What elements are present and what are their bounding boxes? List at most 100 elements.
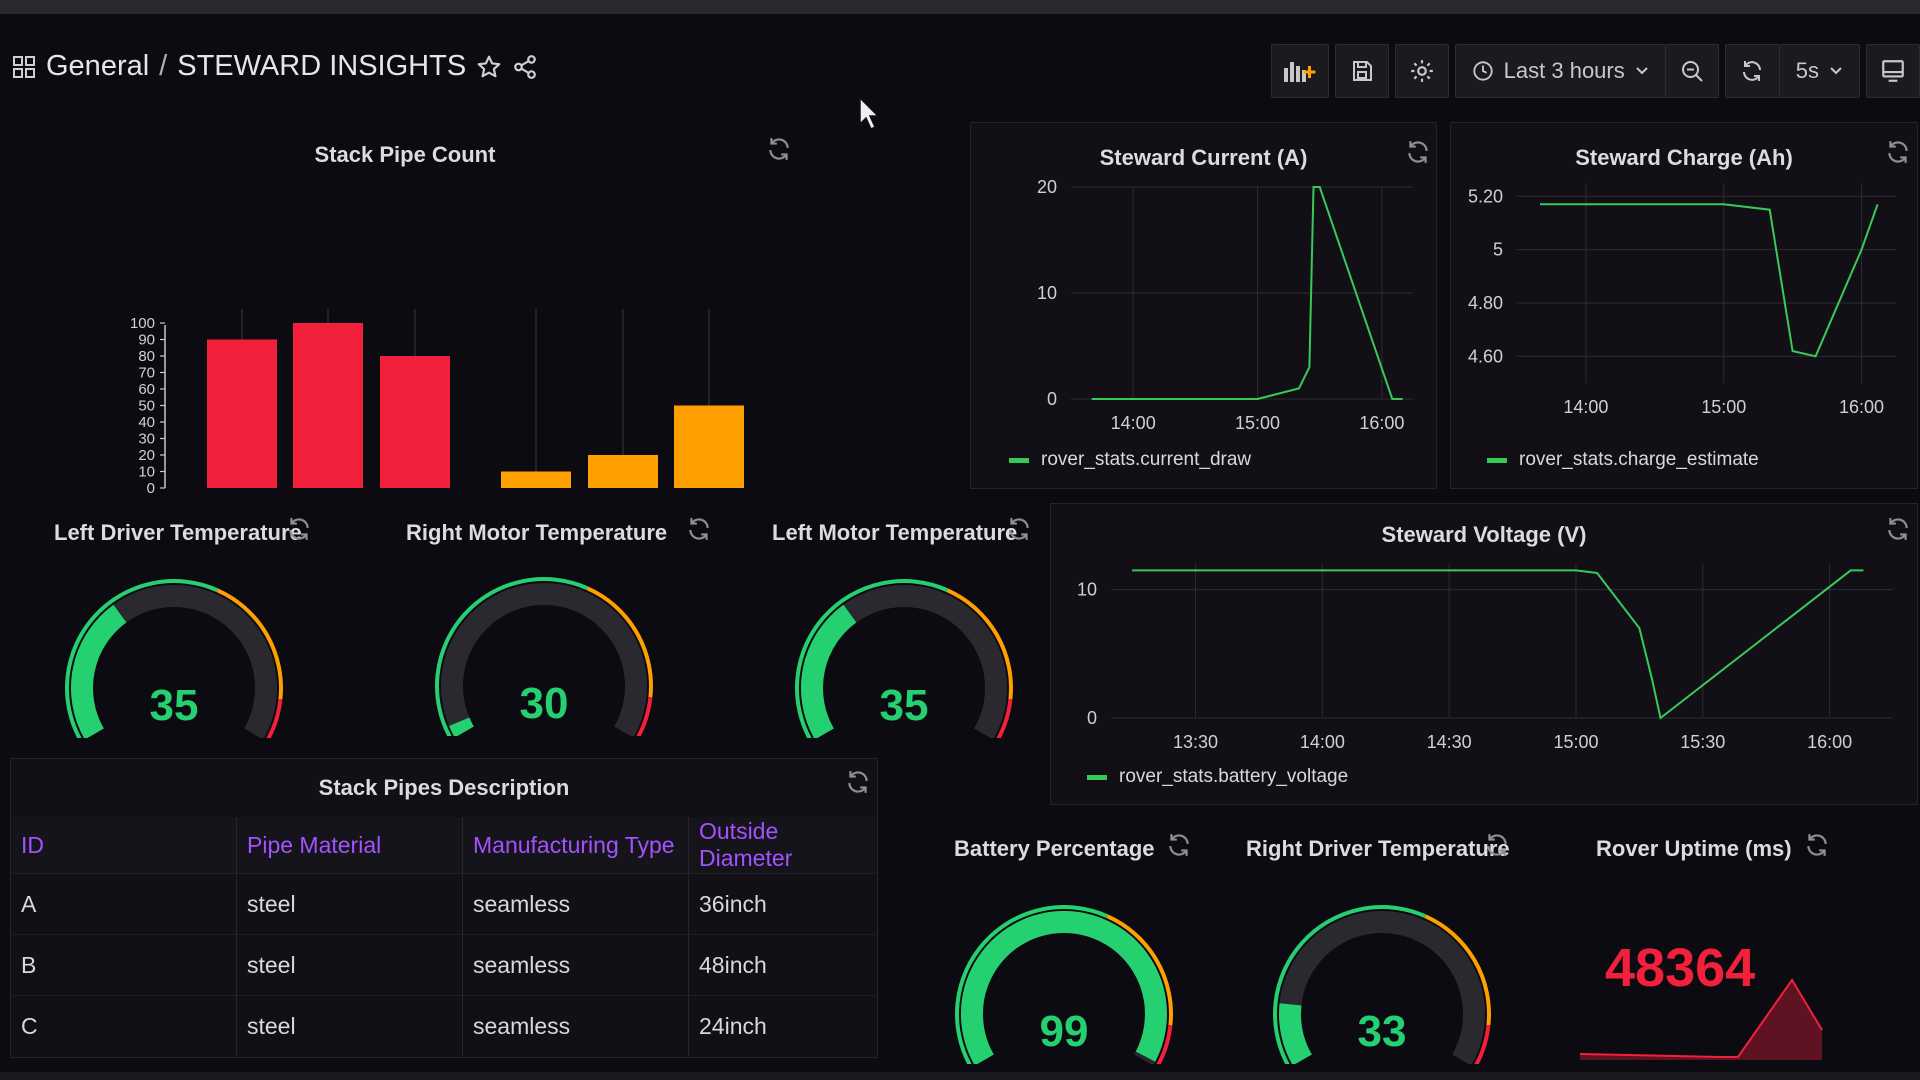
y-tick-label: 100 [130,315,155,332]
dashboard-title[interactable]: STEWARD INSIGHTS [177,50,466,83]
cell-id: B [11,934,237,996]
refresh-icon[interactable] [1804,832,1830,858]
refresh-icon[interactable] [286,516,312,542]
breadcrumb-separator: / [159,50,168,82]
save-dashboard-button[interactable] [1334,44,1389,98]
table-row: A steel seamless 36inch [11,873,877,935]
gauge-value: 33 [1358,1007,1407,1056]
legend[interactable]: rover_stats.current_draw [1009,449,1251,471]
refresh-button[interactable] [1724,44,1779,98]
legend-swatch [1087,774,1107,780]
refresh-icon[interactable] [686,516,712,542]
table-row: B steel seamless 48inch [11,934,877,996]
y-tick-label: 50 [138,398,155,415]
column-header-pipe-material[interactable]: Pipe Material [236,817,463,874]
y-tick-label: 70 [138,365,155,382]
y-tick-label: 20 [138,447,155,464]
refresh-interval-picker[interactable]: 5s [1778,44,1860,98]
y-tick-label: 0 [147,480,155,497]
add-panel-icon [1283,62,1316,82]
rover-uptime-value: 48364 [1605,938,1756,998]
steward-voltage-panel: Steward Voltage (V) 13:30 14:00 14:30 15:00… [1050,503,1918,805]
left-motor-temperature-panel: Left Motor Temperature 35 [740,504,1040,738]
legend[interactable]: rover_stats.battery_voltage [1087,766,1348,788]
chevron-down-icon [1636,67,1648,75]
add-panel-button[interactable] [1270,44,1329,98]
apps-grid-icon[interactable] [12,55,36,79]
breadcrumb-root[interactable]: General [46,50,149,83]
gauge-value-arc [800,604,857,738]
cell-outside-diameter: 48inch [688,934,877,996]
gear-icon [1410,60,1433,82]
time-controls: Last 3 hours [1454,44,1719,98]
right-motor-temperature-gauge: 30 [435,577,653,736]
refresh-icon[interactable] [1484,832,1510,858]
series-line [1540,203,1879,358]
y-tick-label: 0 [1047,389,1057,409]
clock-icon [1473,61,1493,81]
column-header-id[interactable]: ID [11,817,237,874]
cell-manufacturing-type: seamless [462,995,689,1056]
y-tick-label: 80 [138,348,155,365]
right-driver-temperature-panel: Right Driver Temperature 33 [1230,820,1550,1064]
x-tick-label: 15:00 [1553,732,1598,752]
dashboard-header: General / STEWARD INSIGHTS Last 3 hours [0,40,1920,100]
share-icon[interactable] [512,54,538,80]
gauge-value-arc [1279,1003,1313,1064]
zoom-out-button[interactable] [1664,44,1719,98]
y-tick-label: 4.60 [1468,346,1503,366]
column-header-outside-diameter[interactable]: Outside Diameter [688,817,877,874]
y-tick-label: 10 [138,464,155,481]
gauge-value-arc [70,604,127,738]
left-driver-temperature-gauge: 35 [65,579,283,738]
legend-label: rover_stats.current_draw [1041,449,1252,470]
time-range-label: Last 3 hours [1503,58,1625,83]
cell-manufacturing-type: seamless [462,873,689,935]
stack-pipe-bar-chart: 0102030405060708090100 [130,309,744,497]
gauge-value: 35 [880,681,929,730]
steward-current-panel: Steward Current (A) 14:00 15:00 16:00 0 10 20… [970,122,1437,489]
refresh-icon[interactable] [845,769,871,795]
stack-pipe-count-panel: Stack Pipe Count 0 10 20 30 40 50 60 70 80 90 100 [10,120,800,500]
bottom-strip [0,1072,1920,1080]
series-line [1132,569,1864,720]
save-icon [1352,61,1372,81]
legend[interactable]: rover_stats.charge_estimate [1487,449,1759,471]
pipes-table: ID Pipe Material Manufacturing Type Outs… [11,817,877,1056]
bar [588,455,658,488]
left-driver-temperature-panel: Left Driver Temperature 35 [10,504,350,738]
bar [501,471,571,488]
y-tick-label: 30 [138,431,155,448]
settings-button[interactable] [1394,44,1449,98]
x-tick-label: 15:30 [1680,732,1725,752]
x-tick-label: 16:00 [1839,397,1884,417]
panel-title: Left Motor Temperature [772,520,1018,545]
star-icon[interactable] [476,54,502,80]
refresh-icon[interactable] [1166,832,1192,858]
y-tick-label: 40 [138,414,155,431]
legend-label: rover_stats.battery_voltage [1119,766,1349,787]
refresh-interval-label: 5s [1795,58,1819,83]
table-row: C steel seamless 24inch [11,995,877,1056]
legend-label: rover_stats.charge_estimate [1519,449,1759,470]
tv-mode-button[interactable] [1866,44,1920,98]
battery-percentage-panel: Battery Percentage 99 [920,820,1220,1064]
x-tick-label: 14:00 [1563,397,1608,417]
current-line-chart: 14:00 15:00 16:00 0 10 20 [1037,177,1413,433]
refresh-controls: 5s [1724,44,1860,98]
refresh-icon [1743,61,1762,81]
y-tick-label: 90 [138,332,155,349]
table-header-row: ID Pipe Material Manufacturing Type Outs… [11,817,877,874]
x-tick-label: 13:30 [1173,732,1218,752]
refresh-icon[interactable] [1006,516,1032,542]
gauge-value: 35 [150,681,199,730]
x-tick-label: 16:00 [1359,413,1404,433]
window-top-strip [0,0,1920,14]
breadcrumb: General / STEWARD INSIGHTS [12,50,538,83]
gauge-value: 30 [520,679,569,728]
time-range-picker[interactable]: Last 3 hours [1454,44,1665,98]
x-tick-label: 15:00 [1701,397,1746,417]
zoom-out-icon [1681,61,1703,82]
column-header-manufacturing-type[interactable]: Manufacturing Type [462,817,689,874]
right-driver-temperature-gauge: 33 [1273,905,1491,1064]
